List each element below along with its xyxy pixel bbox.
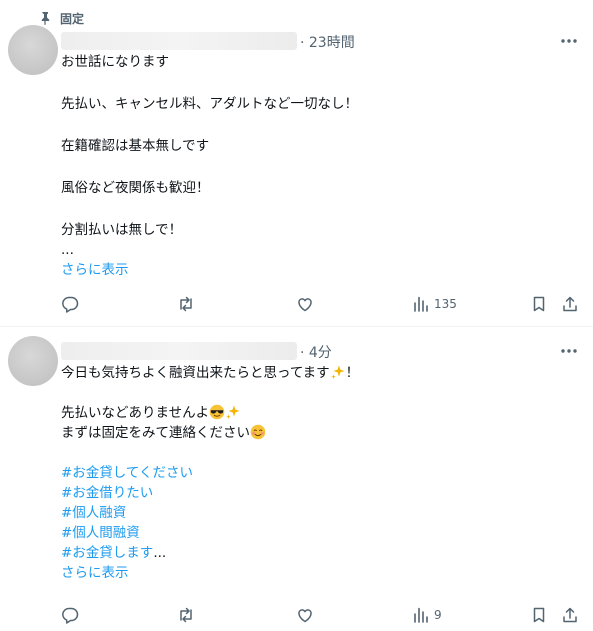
tweet-line: 今日も気持ちよく融資出来たらと思ってます ！ bbox=[61, 363, 576, 383]
like-button[interactable] bbox=[296, 294, 314, 314]
hashtag-link[interactable]: #お金貸します bbox=[61, 545, 153, 561]
share-button[interactable] bbox=[561, 294, 579, 314]
bookmark-icon bbox=[533, 296, 545, 312]
bookmark-button[interactable] bbox=[530, 294, 548, 314]
tweet-timestamp[interactable]: · 23時間 bbox=[300, 32, 355, 52]
views-count: 135 bbox=[434, 297, 457, 311]
more-icon bbox=[561, 349, 577, 353]
tweet-timestamp[interactable]: · 4分 bbox=[300, 342, 332, 362]
retweet-icon bbox=[180, 296, 192, 312]
hashtag-line: #個人融資 bbox=[61, 503, 576, 523]
like-icon bbox=[298, 609, 312, 623]
retweet-icon bbox=[180, 607, 192, 623]
views-icon bbox=[414, 296, 428, 312]
ellipsis: ... bbox=[153, 545, 167, 561]
retweet-button[interactable] bbox=[177, 294, 195, 314]
tweet-line: まずは固定をみて連絡ください bbox=[61, 423, 576, 443]
avatar[interactable] bbox=[8, 25, 58, 75]
reply-icon bbox=[62, 296, 79, 313]
like-icon bbox=[298, 298, 312, 312]
tweet-actions: 9 bbox=[0, 605, 593, 625]
tweet-line: ... bbox=[61, 242, 74, 258]
avatar[interactable] bbox=[8, 336, 58, 386]
show-more-link[interactable]: さらに表示 bbox=[61, 260, 576, 280]
hashtag-line: #個人間融資 bbox=[61, 523, 576, 543]
share-button[interactable] bbox=[561, 605, 579, 625]
hashtag-line: #お金貸してください bbox=[61, 463, 576, 483]
hashtag-link[interactable]: #お金貸してください bbox=[61, 465, 193, 481]
tweet-line: お世話になります bbox=[61, 54, 169, 70]
bookmark-button[interactable] bbox=[530, 605, 548, 625]
tweet-line-text: まずは固定をみて連絡ください bbox=[61, 425, 250, 441]
username-redacted[interactable] bbox=[61, 342, 297, 360]
tweet-line: 在籍確認は基本無しです bbox=[61, 138, 210, 154]
tweet-pinned[interactable]: 固定 · 23時間 お世話になります 先払い、キャンセル料、アダルトなど一切なし… bbox=[0, 0, 593, 327]
show-more-link[interactable]: さらに表示 bbox=[61, 563, 576, 583]
pinned-indicator: 固定 bbox=[38, 9, 84, 27]
reply-icon bbox=[62, 607, 79, 624]
more-options-button[interactable] bbox=[558, 342, 580, 360]
share-icon bbox=[563, 607, 577, 623]
sunglasses-face-icon bbox=[209, 404, 225, 420]
bookmark-icon bbox=[533, 607, 545, 623]
pin-icon bbox=[41, 12, 50, 25]
tweet-line-text: ！ bbox=[345, 365, 360, 381]
sparkles-icon bbox=[226, 405, 240, 419]
hashtag-line: #お金借りたい bbox=[61, 483, 576, 503]
share-icon bbox=[563, 296, 577, 312]
tweet-line: 先払い、キャンセル料、アダルトなど一切なし！ bbox=[61, 96, 358, 112]
views-count: 9 bbox=[434, 608, 442, 622]
like-button[interactable] bbox=[296, 605, 314, 625]
hashtag-link[interactable]: #個人融資 bbox=[61, 505, 126, 521]
tweet-line: 分割払いは無しで！ bbox=[61, 222, 183, 238]
sparkles-icon bbox=[330, 365, 345, 379]
reply-button[interactable] bbox=[61, 294, 79, 314]
hashtag-link[interactable]: #個人間融資 bbox=[61, 525, 140, 541]
hashtag-line: #お金貸します... bbox=[61, 543, 576, 563]
tweet-line: 風俗など夜関係も歓迎！ bbox=[61, 180, 210, 196]
hashtag-link[interactable]: #お金借りたい bbox=[61, 485, 153, 501]
views-button[interactable]: 135 bbox=[412, 294, 457, 314]
tweet-actions: 135 bbox=[0, 294, 593, 314]
more-icon bbox=[561, 39, 577, 43]
tweet[interactable]: · 4分 今日も気持ちよく融資出来たらと思ってます ！ 先払いなどありませんよ ま… bbox=[0, 327, 593, 631]
views-icon bbox=[414, 607, 428, 623]
retweet-button[interactable] bbox=[177, 605, 195, 625]
tweet-text: お世話になります 先払い、キャンセル料、アダルトなど一切なし！ 在籍確認は基本無… bbox=[61, 52, 576, 280]
tweet-line: 先払いなどありませんよ bbox=[61, 403, 576, 423]
views-button[interactable]: 9 bbox=[412, 605, 442, 625]
reply-button[interactable] bbox=[61, 605, 79, 625]
pinned-label: 固定 bbox=[60, 11, 85, 26]
tweet-line-text: 先払いなどありませんよ bbox=[61, 405, 210, 421]
smiling-face-icon bbox=[250, 424, 266, 440]
username-redacted[interactable] bbox=[61, 32, 297, 50]
tweet-line-text: 今日も気持ちよく融資出来たらと思ってます bbox=[61, 365, 330, 381]
more-options-button[interactable] bbox=[558, 32, 580, 50]
tweet-text: 今日も気持ちよく融資出来たらと思ってます ！ 先払いなどありませんよ まずは固定を… bbox=[61, 363, 576, 583]
